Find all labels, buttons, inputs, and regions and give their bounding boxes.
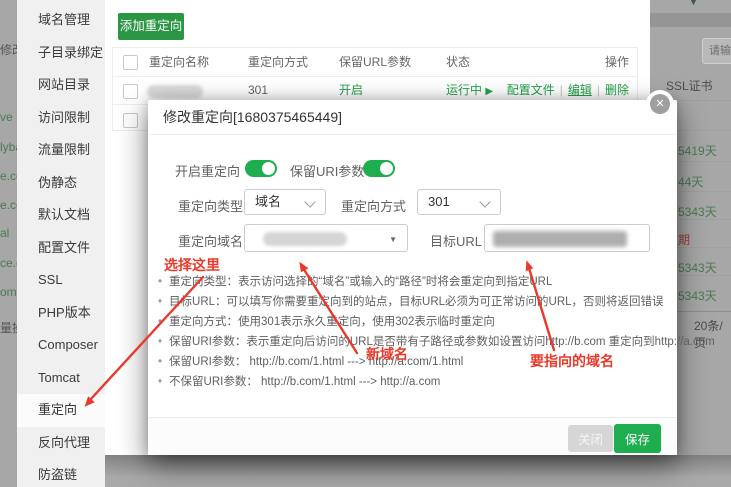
sidebar-item-10[interactable]: Composer [17, 329, 105, 362]
left-fragment-5: al [0, 227, 17, 240]
annotation-target-domain: 要指向的域名 [530, 351, 614, 371]
table-header-4: 操作 [605, 48, 629, 76]
tip-5: 不保留URI参数： http://b.com/1.html ---> http:… [158, 372, 715, 392]
sidebar-item-9[interactable]: PHP版本 [17, 297, 105, 330]
modal-close-button[interactable]: ✕ [646, 90, 674, 118]
sidebar-item-8[interactable]: SSL [17, 264, 105, 297]
redirect-type-select[interactable]: 域名 [244, 189, 326, 215]
tip-3: 保留URI参数：表示重定向后访问的URL是否带有子路径或参数如设置访问http:… [158, 332, 715, 352]
chevron-down-icon [479, 196, 490, 207]
left-fragment-6: ce.c [0, 257, 17, 270]
annotation-select-here: 选择这里 [164, 255, 220, 275]
left-fragment-1: ve [0, 111, 17, 124]
left-fragment-2: lyba [0, 141, 17, 154]
left-fragment-4: e.co [0, 199, 17, 212]
modal-footer: 关闭 保存 [148, 417, 677, 455]
tip-2: 重定向方式：使用301表示永久重定向，使用302表示临时重定向 [158, 312, 715, 332]
table-header-2: 保留URL参数 [339, 48, 411, 76]
tip-1: 目标URL：可以填写你需要重定向到的站点，目标URL必须为可正常访问的URL，否… [158, 292, 715, 312]
enable-redirect-toggle[interactable] [245, 160, 277, 177]
background-bottom-strip [17, 455, 731, 487]
keep-uri-label: 保留URI参数 [290, 161, 364, 180]
caret-down-icon: ▼ [689, 0, 698, 7]
sidebar-item-4[interactable]: 流量限制 [17, 134, 105, 167]
table-header-0: 重定向名称 [149, 48, 209, 76]
sidebar-item-1[interactable]: 子目录绑定 [17, 37, 105, 70]
close-icon: ✕ [650, 94, 670, 114]
redirect-domain-dropdown[interactable]: ▼ [244, 224, 408, 252]
modal-title: 修改重定向[1680375465449] [148, 100, 677, 135]
sidebar-item-13[interactable]: 反向代理 [17, 427, 105, 460]
row-checkbox[interactable] [123, 84, 138, 99]
left-fragment-0: 修改 [0, 44, 17, 57]
target-url-input[interactable] [484, 224, 650, 252]
redirect-domain-label: 重定向域名 [178, 231, 243, 250]
divider: | [560, 83, 563, 97]
background-search-input: 请输 [702, 38, 731, 64]
redacted-target-value [493, 231, 627, 247]
app-root: ▼ 请输 SSL证书 署余5419天余44天余5343天过期余5343天余534… [0, 0, 731, 487]
chevron-down-icon [304, 196, 315, 207]
left-fragment-3: e.co [0, 170, 17, 183]
add-redirect-button[interactable]: 添加重定向 [118, 13, 184, 40]
redirect-method-select[interactable]: 301 [417, 189, 501, 215]
sidebar-item-11[interactable]: Tomcat [17, 362, 105, 395]
enable-redirect-label: 开启重定向 [175, 161, 240, 180]
action-2[interactable]: 删除 [605, 83, 629, 97]
sidebar-item-14[interactable]: 防盗链 [17, 459, 105, 487]
sidebar-item-5[interactable]: 伪静态 [17, 167, 105, 200]
select-all-checkbox[interactable] [123, 55, 138, 70]
site-settings-sidebar: 域名管理子目录绑定网站目录访问限制流量限制伪静态默认文档配置文件SSLPHP版本… [17, 0, 105, 487]
tip-0: 重定向类型：表示访问选择的“域名”或输入的“路径”时将会重定向到指定URL [158, 272, 715, 292]
sidebar-item-2[interactable]: 网站目录 [17, 69, 105, 102]
sidebar-item-7[interactable]: 配置文件 [17, 232, 105, 265]
action-0[interactable]: 配置文件 [507, 83, 555, 97]
keep-uri-toggle[interactable] [363, 160, 395, 177]
sidebar-item-0[interactable]: 域名管理 [17, 4, 105, 37]
caret-down-icon: ▼ [389, 235, 397, 244]
table-header-1: 重定向方式 [248, 48, 308, 76]
left-fragment-8: 量操 [0, 322, 17, 335]
action-1[interactable]: 编辑 [568, 83, 592, 97]
redacted-redirect-name [147, 85, 203, 98]
redacted-domain-value [263, 232, 347, 246]
modal-tips-list: 重定向类型：表示访问选择的“域名”或输入的“路径”时将会重定向到指定URL目标U… [158, 272, 715, 392]
sidebar-item-12[interactable]: 重定向 [17, 394, 105, 427]
close-button[interactable]: 关闭 [568, 425, 613, 452]
tip-4: 保留URI参数： http://b.com/1.html ---> http:/… [158, 352, 715, 372]
save-button[interactable]: 保存 [614, 424, 661, 453]
play-icon: ▶ [485, 86, 493, 97]
divider: | [597, 83, 600, 97]
background-header-band [648, 13, 731, 27]
left-fragment-7: om [0, 286, 17, 299]
ssl-column-header: SSL证书 [666, 77, 713, 94]
toggle-knob [262, 162, 275, 175]
table-header-3: 状态 [446, 48, 470, 76]
redirect-method-label: 重定向方式 [341, 196, 406, 215]
redirect-type-label: 重定向类型 [178, 196, 243, 215]
target-url-label: 目标URL [430, 231, 482, 250]
row2-checkbox[interactable] [123, 113, 138, 128]
sidebar-item-6[interactable]: 默认文档 [17, 199, 105, 232]
toggle-knob [380, 162, 393, 175]
sidebar-item-3[interactable]: 访问限制 [17, 102, 105, 135]
annotation-new-domain: 新域名 [366, 344, 408, 364]
